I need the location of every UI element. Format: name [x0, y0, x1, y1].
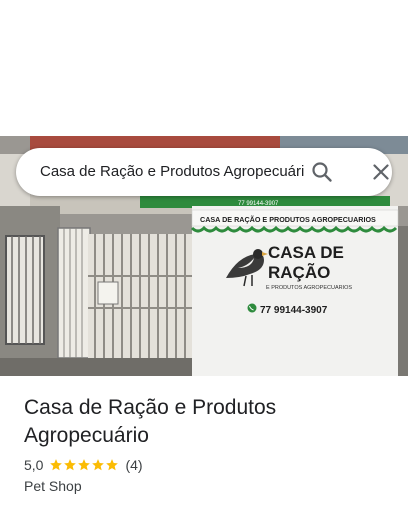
rating-stars	[49, 458, 119, 472]
sign-brand-line2: RAÇÃO	[268, 262, 330, 282]
search-bar[interactable]: Casa de Ração e Produtos Agropecuário	[16, 148, 392, 196]
place-title: Casa de Ração e Produtos Agropecuário	[24, 396, 277, 447]
sign-phone: 77 99144-3907	[260, 305, 328, 316]
star-icon	[106, 459, 119, 471]
star-icon	[92, 459, 105, 471]
review-count[interactable]: (4)	[125, 457, 142, 473]
sign-top-text: CASA DE RAÇÃO E PRODUTOS AGROPECUARIOS	[200, 215, 376, 224]
close-icon[interactable]	[369, 160, 393, 184]
whatsapp-icon	[247, 303, 257, 313]
sign-subtitle: E PRODUTOS AGROPECUARIOS	[266, 285, 352, 291]
star-icon	[50, 459, 63, 471]
star-icon	[64, 459, 77, 471]
star-icon	[78, 459, 91, 471]
place-category: Pet Shop	[24, 478, 82, 494]
search-input[interactable]: Casa de Ração e Produtos Agropecuário	[40, 148, 304, 196]
search-icon[interactable]	[310, 160, 334, 184]
rating-value: 5,0	[24, 457, 44, 473]
rating-row[interactable]: 5,0 (4)	[24, 456, 143, 474]
sign-brand-line1: CASA DE	[268, 243, 344, 262]
